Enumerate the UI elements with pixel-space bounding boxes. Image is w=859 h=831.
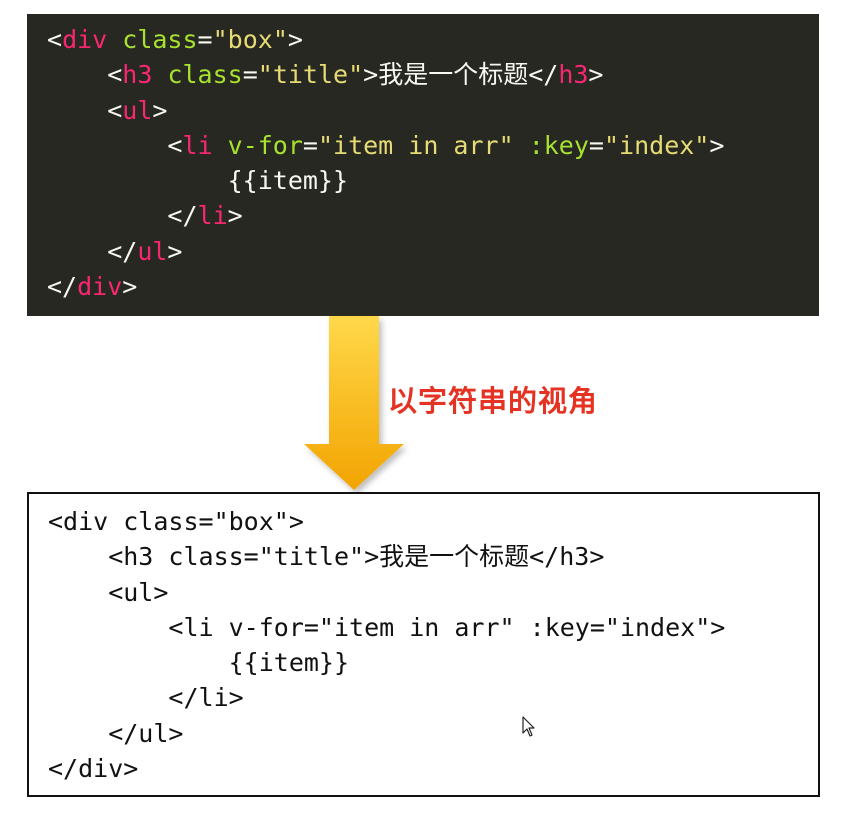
- code-line: <h3 class="title">我是一个标题</h3>: [47, 57, 819, 92]
- code-token: div: [77, 272, 123, 302]
- code-line: </ul>: [48, 718, 184, 748]
- code-token: div: [62, 25, 108, 54]
- code-token: <: [47, 60, 123, 90]
- code-token: </: [47, 236, 138, 266]
- code-line: {{item}}: [47, 163, 819, 198]
- code-line: </div>: [48, 754, 139, 784]
- code-token: <: [47, 95, 123, 125]
- code-token: "box": [212, 25, 288, 54]
- code-token: "title": [257, 60, 364, 90]
- code-token: >: [363, 60, 379, 90]
- code-token: ul: [137, 236, 168, 266]
- code-token: {{item}}: [47, 166, 349, 196]
- code-token: "index": [603, 130, 710, 160]
- code-token: v-for: [227, 130, 303, 160]
- syntax-highlighted-code-block: <div class="box"> <h3 class="title">我是一个…: [27, 14, 819, 316]
- code-token: :key: [528, 130, 589, 160]
- code-token: h3: [558, 60, 589, 90]
- mouse-cursor-icon: [522, 716, 536, 738]
- code-line: {{item}}: [48, 648, 350, 678]
- code-token: class: [167, 60, 243, 90]
- arrow-caption: 以字符串的视角: [388, 384, 599, 418]
- code-line: </li>: [48, 683, 244, 713]
- plain-string-code-block: <div class="box"> <h3 class="title">我是一个…: [27, 492, 820, 797]
- code-line: <ul>: [47, 93, 819, 128]
- code-token: li: [197, 201, 228, 231]
- code-line: </li>: [47, 198, 819, 233]
- code-token: >: [122, 272, 138, 302]
- code-token: =: [242, 60, 258, 90]
- code-token: class: [122, 25, 198, 54]
- code-token: "item in arr": [317, 130, 514, 160]
- code-line: </div>: [47, 269, 819, 304]
- code-token: <: [47, 25, 63, 54]
- code-token: >: [709, 130, 725, 160]
- code-line: <div class="box">: [48, 507, 304, 536]
- code-line: <ul>: [48, 577, 169, 607]
- code-line: </ul>: [47, 234, 819, 269]
- code-line: <li v-for="item in arr" :key="index">: [47, 128, 819, 163]
- code-line: <div class="box">: [47, 22, 819, 57]
- code-token: h3: [122, 60, 153, 90]
- code-line: <li v-for="item in arr" :key="index">: [48, 612, 726, 642]
- code-token: >: [227, 201, 243, 231]
- code-token: >: [588, 60, 604, 90]
- code-token: </: [528, 60, 559, 90]
- code-token: =: [302, 130, 318, 160]
- code-token: ul: [122, 95, 153, 125]
- code-token: >: [167, 236, 183, 266]
- code-token: =: [197, 25, 213, 54]
- code-token: li: [182, 130, 213, 160]
- code-line: <h3 class="title">我是一个标题</h3>: [48, 542, 605, 572]
- code-token: <: [47, 130, 183, 160]
- code-token: >: [287, 25, 303, 54]
- code-token: =: [588, 130, 604, 160]
- code-token: >: [152, 95, 168, 125]
- code-token: 我是一个标题: [378, 60, 529, 90]
- code-token: </: [47, 201, 198, 231]
- code-token: </: [47, 272, 78, 302]
